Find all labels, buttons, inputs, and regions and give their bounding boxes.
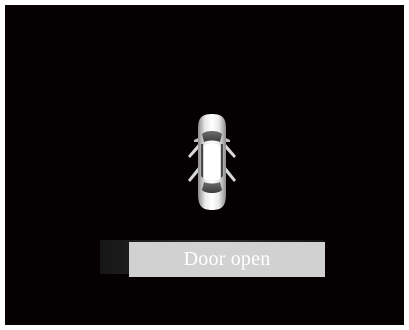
dashboard-display-frame: Door open xyxy=(0,0,409,330)
status-message: Door open xyxy=(183,248,271,270)
car-doors-open-icon xyxy=(180,108,244,216)
status-message-box: Door open xyxy=(129,242,325,277)
dashboard-display: Door open xyxy=(8,8,401,322)
